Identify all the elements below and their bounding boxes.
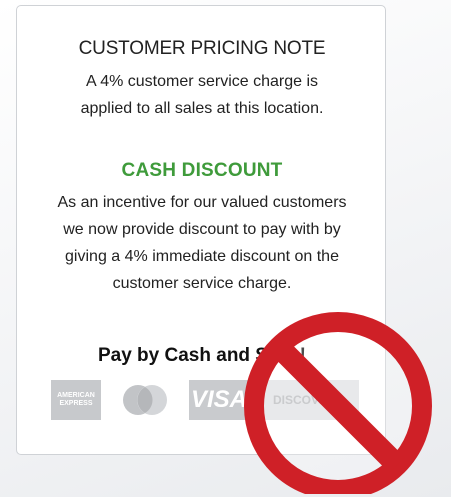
mastercard-logo-icon [115, 380, 175, 420]
cash-discount-line-3: giving a 4% immediate discount on the [65, 248, 339, 265]
mastercard-circles [123, 385, 167, 415]
amex-logo-line-2: EXPRESS [59, 400, 93, 407]
amex-logo-line-1: AMERICAN [57, 392, 95, 399]
prohibition-sign-icon [244, 312, 432, 494]
pricing-note-title: CUSTOMER PRICING NOTE [78, 38, 326, 59]
cash-discount-line-2: we now provide discount to pay with by [63, 221, 341, 238]
cash-discount-line-1: As an incentive for our valued customers [57, 194, 347, 211]
pricing-note-line-1: A 4% customer service charge is [85, 73, 319, 90]
cash-discount-line-4: customer service charge. [112, 275, 292, 292]
cash-discount-title: CASH DISCOUNT [121, 160, 283, 181]
amex-logo-icon: AMERICAN EXPRESS [51, 380, 101, 420]
pricing-note-line-2: applied to all sales at this location. [80, 100, 324, 117]
